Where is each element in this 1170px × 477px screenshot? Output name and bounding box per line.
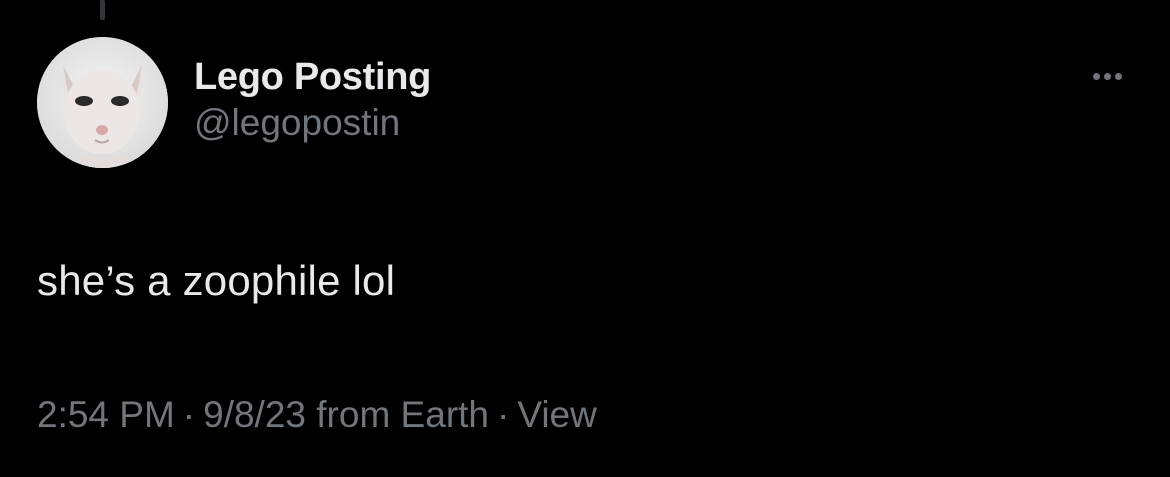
- meta-separator: ·: [497, 394, 510, 435]
- author-display-name[interactable]: Lego Posting: [194, 55, 431, 99]
- author-handle[interactable]: @legopostin: [194, 101, 431, 145]
- tweet-meta: 2:54 PM · 9/8/23 from Earth · View: [37, 393, 597, 437]
- tweet-card: Lego Posting @legopostin she’s a zoophil…: [0, 0, 1170, 477]
- tweet-text: she’s a zoophile lol: [37, 257, 396, 304]
- more-options-button[interactable]: [1082, 58, 1132, 94]
- avatar[interactable]: [37, 37, 168, 168]
- tweet-date[interactable]: 9/8/23: [203, 394, 306, 435]
- meta-separator: ·: [182, 394, 196, 435]
- more-horizontal-icon-dot: [1114, 72, 1122, 80]
- tweet-source: from Earth: [316, 394, 489, 435]
- more-horizontal-icon: [1092, 72, 1100, 80]
- more-horizontal-icon-dot: [1103, 72, 1111, 80]
- thread-connector-line: [100, 0, 105, 20]
- author-info: Lego Posting @legopostin: [194, 55, 431, 145]
- tweet-time[interactable]: 2:54 PM: [37, 394, 175, 435]
- hairless-cat-avatar-icon: [37, 37, 168, 168]
- views-link[interactable]: View: [517, 394, 597, 435]
